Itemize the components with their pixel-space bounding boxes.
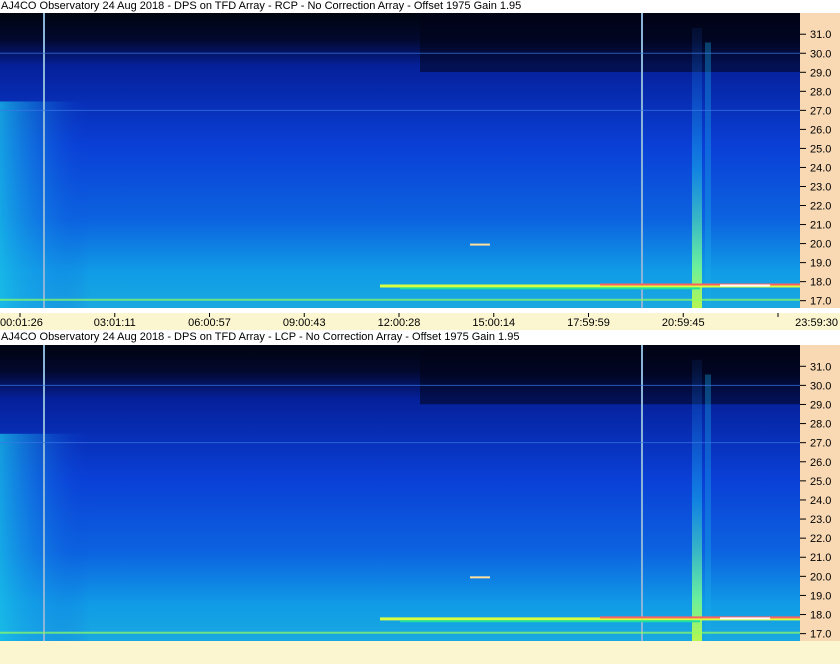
panel-title-lcp: AJ4CO Observatory 24 Aug 2018 - DPS on T… (0, 331, 840, 344)
spectrogram-lcp (0, 345, 800, 641)
spectrogram-lcp-canvas (0, 345, 800, 641)
frequency-axis-lcp-ticks: 31.0 30.0 29.0 28.0 27.0 26.0 25.0 24.0 23.0 22.0… (800, 361, 831, 641)
y-tick-label: 29.0 (810, 399, 831, 411)
x-tick-label: 00:01:26 (0, 317, 43, 329)
rfi-dot (470, 243, 490, 246)
time-axis: 00:01:26 03:01:11 06:00:57 09:00:43 12:00:28… (0, 313, 840, 330)
frequency-axis-rcp: 31.0 30.0 29.0 28.0 27.0 26.0 25.0 24.0 23.0 22.0… (800, 13, 840, 308)
y-tick-label: 30.0 (810, 48, 831, 60)
rfi-streak (720, 617, 770, 620)
frequency-axis-lcp: 31.0 30.0 29.0 28.0 27.0 26.0 25.0 24.0 23.0 22.0… (800, 345, 840, 641)
y-tick-label: 24.0 (810, 162, 831, 174)
rfi-streak (400, 620, 700, 623)
y-tick-label: 31.0 (810, 29, 831, 41)
x-tick-label: 12:00:28 (378, 317, 421, 329)
burst-column (705, 42, 711, 308)
y-tick-label: 19.0 (810, 590, 831, 602)
panel-title-rcp: AJ4CO Observatory 24 Aug 2018 - DPS on T… (0, 0, 840, 13)
y-tick-label: 20.0 (810, 239, 831, 251)
spectrogram-rcp (0, 13, 800, 308)
y-tick-label: 21.0 (810, 552, 831, 564)
y-tick-label: 23.0 (810, 181, 831, 193)
x-tick-label: 20:59:45 (662, 317, 705, 329)
y-tick-label: 22.0 (810, 201, 831, 213)
y-tick-label: 22.0 (810, 533, 831, 545)
rfi-streak (720, 284, 770, 287)
y-tick-label: 31.0 (810, 361, 831, 373)
frequency-axis-rcp-ticks: 31.0 30.0 29.0 28.0 27.0 26.0 25.0 24.0 23.0 22.0… (800, 29, 831, 308)
rfi-streak (0, 298, 800, 301)
spectrogram-rcp-canvas (0, 13, 800, 308)
x-tick-label: 06:00:57 (188, 317, 231, 329)
y-tick-label: 18.0 (810, 610, 831, 622)
burst-column (692, 359, 702, 641)
rfi-dot (470, 576, 490, 579)
x-tick-label: 09:00:43 (283, 317, 326, 329)
x-tick-label: 17:59:59 (567, 317, 610, 329)
y-tick-label: 21.0 (810, 220, 831, 232)
burst-column (705, 374, 711, 641)
y-tick-label: 27.0 (810, 438, 831, 450)
x-tick-label: 23:59:30 (795, 317, 838, 329)
dark-region (420, 13, 800, 72)
y-tick-label: 20.0 (810, 571, 831, 583)
y-tick-label: 26.0 (810, 457, 831, 469)
y-tick-label: 28.0 (810, 86, 831, 98)
y-tick-label: 17.0 (810, 296, 831, 308)
y-tick-label: 28.0 (810, 419, 831, 431)
x-tick-label: 03:01:11 (94, 317, 136, 329)
burst-column (692, 27, 702, 308)
y-tick-label: 24.0 (810, 495, 831, 507)
y-tick-label: 29.0 (810, 67, 831, 79)
rfi-streak (0, 631, 800, 634)
rfi-streak (400, 287, 700, 290)
time-axis-ticks: 00:01:26 03:01:11 06:00:57 09:00:43 12:00:28… (0, 313, 838, 329)
y-tick-label: 26.0 (810, 124, 831, 136)
status-strip (0, 641, 840, 664)
dark-region (420, 345, 800, 405)
y-tick-label: 27.0 (810, 105, 831, 117)
y-tick-label: 23.0 (810, 514, 831, 526)
y-tick-label: 18.0 (810, 277, 831, 289)
y-tick-label: 19.0 (810, 258, 831, 270)
y-tick-label: 17.0 (810, 629, 831, 641)
y-tick-label: 25.0 (810, 476, 831, 488)
y-tick-label: 25.0 (810, 143, 831, 155)
y-tick-label: 30.0 (810, 380, 831, 392)
x-tick-label: 15:00:14 (472, 317, 515, 329)
